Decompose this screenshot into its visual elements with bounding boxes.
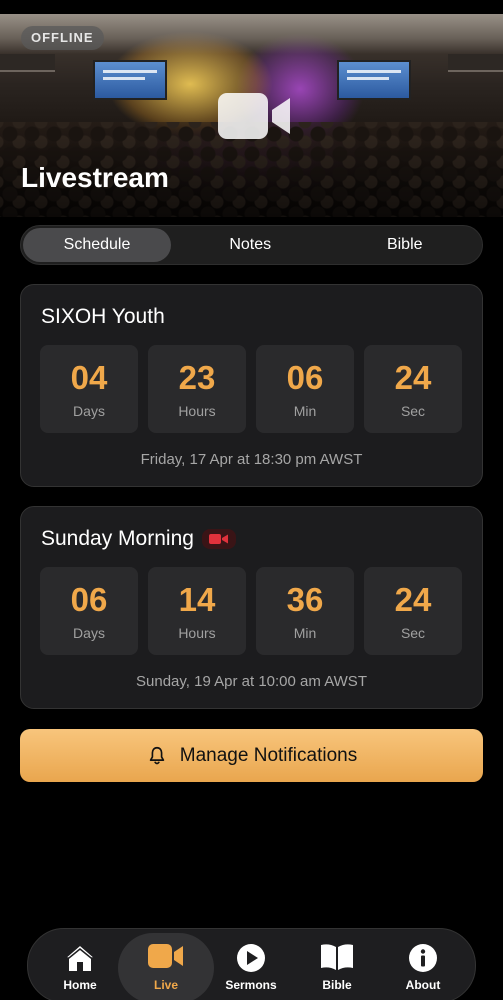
play-icon (237, 944, 265, 972)
nav-bible[interactable]: Bible (294, 929, 380, 1000)
countdown-unit: Days (73, 403, 105, 419)
countdown-unit: Sec (400, 403, 426, 419)
home-icon (63, 944, 97, 971)
nav-live[interactable]: Live (118, 933, 214, 1000)
countdown-days: 04 Days (40, 345, 138, 433)
countdown-value: 04 (70, 359, 108, 396)
countdown-seconds: 24 Sec (364, 345, 462, 433)
page-title: Livestream (21, 162, 169, 193)
event-title: SIXOH Youth (41, 305, 165, 329)
event-card[interactable]: SIXOH Youth 04 Days 23 Hours 06 Min 24 Sec F… (20, 284, 483, 487)
countdown-minutes: 36 Min (256, 567, 354, 655)
status-badge: OFFLINE (21, 26, 104, 50)
countdown-value: 06 (70, 581, 108, 618)
video-camera-icon (208, 534, 228, 544)
countdown: 06 Days 14 Hours 36 Min 24 Sec (40, 567, 462, 655)
countdown-unit: Sec (400, 625, 426, 641)
countdown-minutes: 06 Min (256, 345, 354, 433)
nav-label: Sermons (225, 978, 277, 992)
countdown-unit: Min (293, 403, 317, 419)
nav-label: Bible (322, 978, 352, 992)
event-date: Friday, 17 Apr at 18:30 pm AWST (140, 451, 363, 468)
hero-balcony-left (0, 54, 55, 72)
nav-about[interactable]: About (380, 929, 466, 1000)
countdown-unit: Hours (178, 625, 216, 641)
countdown-hours: 23 Hours (148, 345, 246, 433)
nav-label: About (405, 978, 441, 992)
countdown-hours: 14 Hours (148, 567, 246, 655)
info-icon (409, 944, 437, 972)
countdown-value: 14 (178, 581, 216, 618)
bell-icon (149, 746, 165, 764)
book-icon (321, 944, 353, 970)
countdown-days: 06 Days (40, 567, 138, 655)
nav-label: Home (63, 978, 97, 992)
countdown-seconds: 24 Sec (364, 567, 462, 655)
event-title-text: Sunday Morning (41, 527, 194, 550)
hero-screen-right (337, 60, 411, 100)
nav-label: Live (153, 978, 178, 992)
countdown-value: 24 (394, 359, 432, 396)
video-camera-icon (218, 93, 290, 139)
tab-schedule[interactable]: Schedule (23, 228, 171, 262)
countdown-unit: Hours (178, 403, 216, 419)
event-card[interactable]: Sunday Morning 06 Days 14 Hours 36 Min 24 Se… (20, 506, 483, 709)
hero-screen-left (93, 60, 167, 100)
event-title: Sunday Morning (41, 527, 236, 551)
tab-notes[interactable]: Notes (173, 226, 328, 264)
countdown-value: 24 (394, 581, 432, 618)
event-date: Sunday, 19 Apr at 10:00 am AWST (136, 673, 367, 690)
countdown-value: 23 (178, 359, 216, 396)
tab-bible[interactable]: Bible (328, 226, 483, 264)
nav-sermons[interactable]: Sermons (208, 929, 294, 1000)
nav-home[interactable]: Home (37, 929, 123, 1000)
segmented-tabs: Schedule Notes Bible (20, 225, 483, 265)
video-camera-icon (148, 944, 183, 968)
event-title-text: SIXOH Youth (41, 305, 165, 328)
hero-balcony-right (448, 54, 503, 72)
live-indicator (201, 529, 236, 549)
countdown-value: 36 (286, 581, 324, 618)
countdown-unit: Min (293, 625, 317, 641)
countdown-unit: Days (73, 625, 105, 641)
countdown-value: 06 (286, 359, 324, 396)
countdown: 04 Days 23 Hours 06 Min 24 Sec (40, 345, 462, 433)
bottom-nav: Home Live Sermons Bible About (27, 928, 476, 1000)
manage-notifications-button[interactable]: Manage Notifications (20, 729, 483, 782)
manage-notifications-label: Manage Notifications (179, 744, 358, 766)
